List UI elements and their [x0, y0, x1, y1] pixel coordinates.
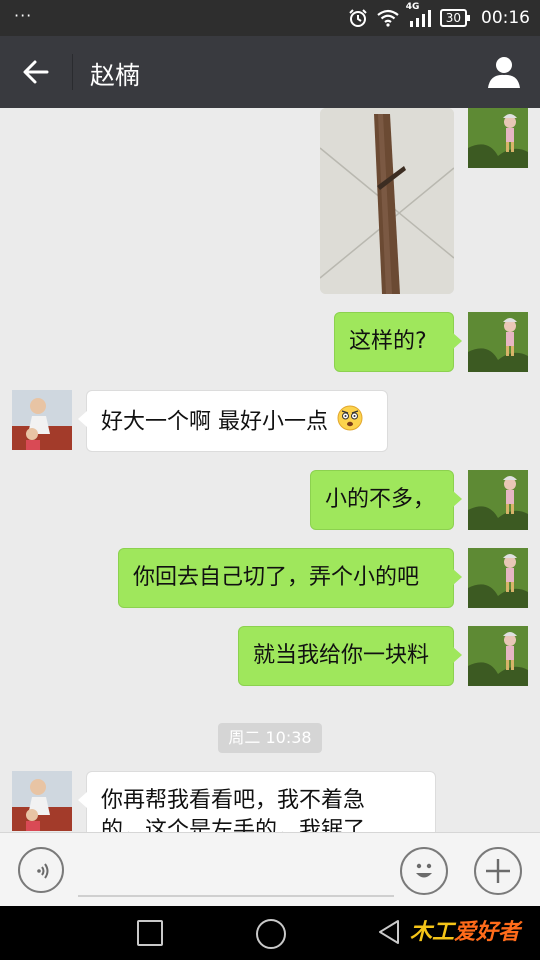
chat-message-list[interactable]: 这样的? 好大一个啊 最好小一点 小的不多， 你回去自己切了，弄个小的吧 就当我… [0, 108, 540, 832]
message-text-line: 的，这个是左手的，我锯了 [101, 818, 366, 832]
contact-avatar[interactable] [12, 390, 72, 450]
message-text: 就当我给你一块料 [253, 643, 430, 668]
message-timestamp: 周二 10:38 [218, 723, 322, 753]
message-text: 你回去自己切了，弄个小的吧 [133, 565, 420, 590]
message-text: 这样的? [349, 329, 427, 354]
recent-apps-icon[interactable] [137, 920, 163, 946]
my-avatar[interactable] [468, 312, 528, 372]
image-message[interactable] [320, 108, 454, 294]
outgoing-message[interactable]: 你回去自己切了，弄个小的吧 [118, 548, 462, 608]
wooden-plank-photo [320, 108, 454, 294]
contact-name: 赵楠 [90, 61, 141, 90]
my-avatar[interactable] [468, 626, 528, 686]
notification-dots: ··· [14, 6, 33, 25]
message-text-input[interactable] [78, 847, 394, 897]
contact-profile-icon[interactable] [486, 54, 522, 90]
contact-avatar[interactable] [12, 771, 72, 831]
my-avatar[interactable] [468, 548, 528, 608]
home-icon[interactable] [256, 919, 286, 949]
watermark-text: 爱好者 [454, 920, 521, 945]
watermark-logo: 木工爱好者 [410, 914, 520, 946]
message-input-bar [0, 832, 540, 907]
message-text-line: 你再帮我看看吧，我不着急 [101, 788, 366, 813]
my-avatar[interactable] [468, 470, 528, 530]
message-text: 小的不多， [325, 487, 436, 512]
back-arrow-icon[interactable] [20, 56, 52, 88]
emoji-icon [407, 854, 441, 892]
header-divider [72, 54, 73, 90]
outgoing-message[interactable]: 这样的? [334, 312, 462, 372]
watermark-mark: 木工 [410, 920, 455, 945]
alarm-icon [348, 8, 368, 28]
wifi-icon [376, 9, 400, 27]
plus-icon [483, 856, 513, 890]
back-icon[interactable] [376, 918, 402, 950]
outgoing-message[interactable]: 就当我给你一块料 [238, 626, 462, 686]
more-actions-button[interactable] [474, 847, 522, 895]
incoming-message[interactable]: 你再帮我看看吧，我不着急 的，这个是左手的，我锯了 [78, 771, 436, 832]
cellular-signal-icon: 4G [406, 2, 432, 28]
voice-icon [31, 860, 53, 886]
dizzy-face-emoji-icon [337, 405, 363, 440]
outgoing-message[interactable]: 小的不多， [310, 470, 462, 530]
incoming-message[interactable]: 好大一个啊 最好小一点 [78, 390, 388, 452]
status-bar: ··· 4G 30 00:16 [0, 0, 540, 36]
emoji-button[interactable] [400, 847, 448, 895]
system-navigation-bar: 木工爱好者 [0, 906, 540, 960]
chat-header: 赵楠 [0, 36, 540, 108]
network-type: 4G [405, 2, 420, 12]
battery-indicator: 30 [439, 9, 471, 27]
message-text: 好大一个啊 最好小一点 [101, 409, 328, 435]
voice-input-button[interactable] [18, 847, 64, 893]
clock: 00:16 [481, 8, 530, 28]
my-avatar[interactable] [468, 108, 528, 168]
